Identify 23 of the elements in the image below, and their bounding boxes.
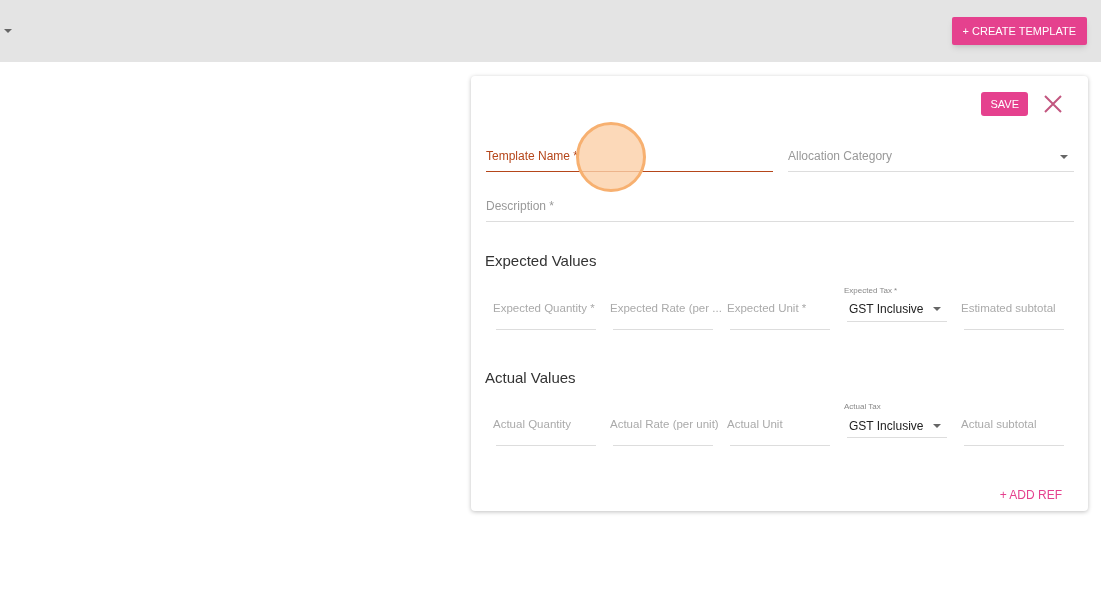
field-label: Expected Tax * (844, 284, 899, 296)
field-label: Actual Unit (727, 417, 783, 432)
field-label: Expected Quantity * (493, 300, 595, 316)
select-field[interactable]: GST Inclusive (847, 414, 947, 438)
caret-icon (933, 307, 941, 311)
field-label: Actual Quantity (493, 417, 571, 432)
section-title: Expected Values (485, 251, 598, 271)
caret-icon (1060, 155, 1068, 159)
save-button[interactable]: SAVE (981, 92, 1028, 116)
field-label: Expected Rate (per ... (610, 300, 722, 316)
add-ref-button[interactable]: + ADD REF (999, 486, 1062, 504)
field-label: Actual Rate (per unit) (610, 417, 719, 432)
section-title: Actual Values (485, 367, 577, 388)
create-template-button[interactable]: + CREATE TEMPLATE (951, 17, 1087, 45)
select-field[interactable]: GST Inclusive (847, 297, 947, 322)
field-label: Actual Tax (844, 401, 882, 412)
caret-icon (933, 423, 941, 428)
field-label: Expected Unit * (727, 300, 807, 316)
field-label: Estimated subtotal (961, 300, 1056, 316)
close-icon[interactable] (1044, 95, 1062, 113)
caret-icon (4, 29, 12, 33)
field-label: Actual subtotal (961, 417, 1037, 432)
select-field[interactable]: Allocation Category (788, 132, 1074, 172)
